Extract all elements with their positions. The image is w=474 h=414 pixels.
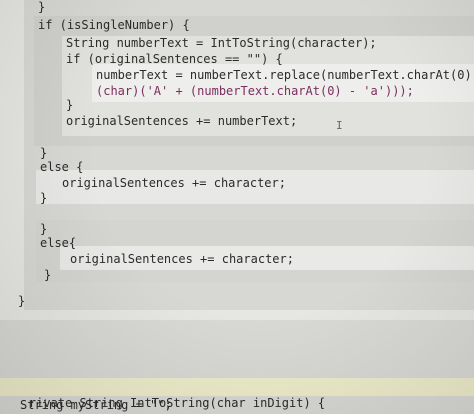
code-line[interactable]: else { — [40, 160, 83, 174]
code-line[interactable]: } — [44, 268, 51, 282]
code-line[interactable]: else{ — [40, 236, 76, 250]
code-line[interactable]: if (isSingleNumber) { — [38, 18, 190, 32]
code-line[interactable]: } — [40, 146, 47, 160]
code-editor-screen: } if (isSingleNumber) { String numberTex… — [0, 0, 474, 414]
code-line[interactable]: } — [66, 98, 73, 112]
code-line[interactable]: (char)('A' + (numberText.charAt(0) - 'a'… — [96, 84, 414, 98]
code-line[interactable]: originalSentences += character; — [62, 176, 286, 190]
code-line[interactable]: } — [38, 0, 45, 14]
code-line[interactable]: } — [40, 222, 47, 236]
text-cursor-icon: I — [336, 119, 343, 132]
code-line[interactable]: if (originalSentences == "") { — [66, 52, 283, 66]
code-line[interactable]: originalSentences += character; — [70, 252, 294, 266]
code-line[interactable]: numberText = numberText.replace(numberTe… — [96, 68, 474, 82]
code-line[interactable]: String myString = ""; — [20, 398, 172, 412]
code-line[interactable]: rivate String IntToString(char inDigit) … — [0, 382, 325, 410]
code-line[interactable]: } — [40, 191, 47, 205]
code-line[interactable]: } — [18, 294, 25, 308]
code-line[interactable]: String numberText = IntToString(characte… — [66, 36, 377, 50]
code-line[interactable]: originalSentences += numberText; — [66, 114, 297, 128]
